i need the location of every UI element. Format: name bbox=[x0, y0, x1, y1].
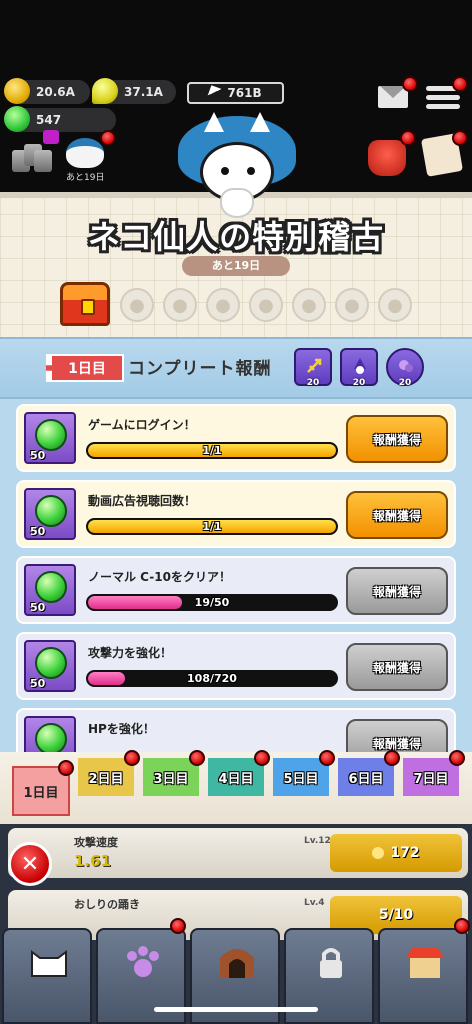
trident-icon[interactable]: 20 bbox=[294, 348, 332, 388]
money-counter: 20.6A bbox=[4, 78, 90, 104]
gem-counter: 547 bbox=[4, 106, 116, 132]
mission-reward-gem-icon: 50 bbox=[24, 412, 76, 464]
lemon-icon bbox=[92, 78, 118, 104]
money-coin-icon bbox=[4, 78, 30, 104]
mission-row: 50 動画広告視聴回数！ 1/1 報酬獲得 bbox=[16, 480, 456, 548]
cans-icon[interactable] bbox=[12, 142, 52, 172]
mission-progress-bar: 1/1 bbox=[86, 518, 338, 535]
day-tab-4[interactable]: 4日目 bbox=[208, 750, 270, 796]
claim-reward-button[interactable]: 報酬獲得 bbox=[346, 567, 448, 615]
gate-icon bbox=[220, 949, 254, 978]
energy-value: 761B bbox=[227, 86, 262, 100]
notification-dot bbox=[100, 130, 116, 146]
day-tab-1[interactable]: 1日目 bbox=[12, 760, 74, 816]
day-tab-7[interactable]: 7日目 bbox=[403, 750, 465, 796]
upgrade-row: 攻撃速度 Lv.12 1.61 172 bbox=[8, 828, 468, 878]
upgrade-name: 攻撃速度 bbox=[74, 836, 118, 849]
notification-dot bbox=[402, 76, 418, 92]
energy-counter: 761B bbox=[187, 82, 284, 104]
shop-icon bbox=[406, 948, 444, 978]
play-tag-icon bbox=[43, 130, 59, 144]
paw-stamp-icon: ● bbox=[249, 288, 283, 322]
item-bag-icon[interactable] bbox=[368, 140, 406, 176]
coin-icon bbox=[372, 847, 385, 859]
mission-row: 50 ゲームにログイン！ 1/1 報酬獲得 bbox=[16, 404, 456, 472]
sage-cat-small-icon[interactable] bbox=[66, 138, 104, 168]
mission-label: 攻撃力を強化！ bbox=[88, 646, 173, 660]
paw-stamp-icon: ● bbox=[163, 288, 197, 322]
treasure-chest-icon[interactable] bbox=[60, 282, 110, 326]
notification-dot bbox=[170, 918, 186, 934]
tab-shop[interactable] bbox=[378, 928, 468, 1024]
paw-stamp-icon: ● bbox=[335, 288, 369, 322]
mission-progress-bar: 19/50 bbox=[86, 594, 338, 611]
upgrade-value: 1.61 bbox=[74, 852, 112, 870]
mission-label: ゲームにログイン！ bbox=[88, 418, 196, 432]
day-tab-5[interactable]: 5日目 bbox=[273, 750, 335, 796]
claim-reward-button[interactable]: 報酬獲得 bbox=[346, 415, 448, 463]
mission-reward-gem-icon: 50 bbox=[24, 488, 76, 540]
gem-icon bbox=[4, 106, 30, 132]
energy-icon bbox=[207, 85, 224, 101]
paw-icon bbox=[127, 946, 159, 977]
paw-stamp-icon: ● bbox=[378, 288, 412, 322]
notification-dot bbox=[400, 130, 416, 146]
mission-label: 動画広告視聴回数！ bbox=[88, 494, 197, 508]
day-tab-2[interactable]: 2日目 bbox=[78, 750, 140, 796]
tab-cats[interactable] bbox=[2, 928, 92, 1024]
paw-stamp-icon: ● bbox=[206, 288, 240, 322]
notification-dot bbox=[452, 130, 468, 146]
paw-stamp-icon: ● bbox=[292, 288, 326, 322]
home-indicator[interactable] bbox=[154, 1007, 318, 1012]
event-days-left: あと19日 bbox=[182, 256, 290, 276]
event-title: ネコ仙人の特別稽古 bbox=[87, 218, 385, 256]
mission-reward-gem-icon: 50 bbox=[24, 564, 76, 616]
purple-gem-icon[interactable]: 20 bbox=[386, 348, 424, 388]
day-tab-3[interactable]: 3日目 bbox=[143, 750, 205, 796]
claim-reward-button[interactable]: 報酬獲得 bbox=[346, 491, 448, 539]
wizard-cat-icon[interactable]: 20 bbox=[340, 348, 378, 388]
lock-icon bbox=[320, 948, 342, 978]
day-tab-6[interactable]: 6日目 bbox=[338, 750, 400, 796]
lemon-counter: 37.1A bbox=[92, 78, 176, 104]
cat-face-icon bbox=[31, 950, 67, 977]
upgrade-cost-button[interactable]: 172 bbox=[330, 834, 462, 872]
mission-row: 50 ノーマル C-10をクリア！ 19/50 報酬獲得 bbox=[16, 556, 456, 624]
upgrade-name: おしりの踊き bbox=[74, 898, 140, 911]
paw-stamp-icon: ● bbox=[120, 288, 154, 322]
sage-cat-illustration bbox=[178, 108, 296, 218]
mission-label: ノーマル C-10をクリア！ bbox=[88, 570, 231, 584]
upgrade-level: Lv.12 bbox=[304, 836, 331, 846]
close-button[interactable]: ✕ bbox=[8, 842, 52, 886]
claim-reward-button[interactable]: 報酬獲得 bbox=[346, 643, 448, 691]
mission-label: HPを強化！ bbox=[88, 722, 155, 736]
notification-dot bbox=[452, 76, 468, 92]
screen: 20.6A 37.1A 547 761B あと19日 ネコ仙人の特別稽古 あと1… bbox=[0, 0, 472, 1024]
notification-dot bbox=[454, 918, 470, 934]
mission-progress-bar: 1/1 bbox=[86, 442, 338, 459]
upgrade-level: Lv.4 bbox=[304, 898, 325, 908]
mission-progress-bar: 108/720 bbox=[86, 670, 338, 687]
complete-reward-label: コンプリート報酬 bbox=[128, 359, 272, 379]
day-ticket: 1日目 bbox=[46, 354, 124, 382]
mission-reward-gem-icon: 50 bbox=[24, 640, 76, 692]
mission-row: 50 攻撃力を強化！ 108/720 報酬獲得 bbox=[16, 632, 456, 700]
event-days-left-small: あと19日 bbox=[66, 173, 105, 183]
